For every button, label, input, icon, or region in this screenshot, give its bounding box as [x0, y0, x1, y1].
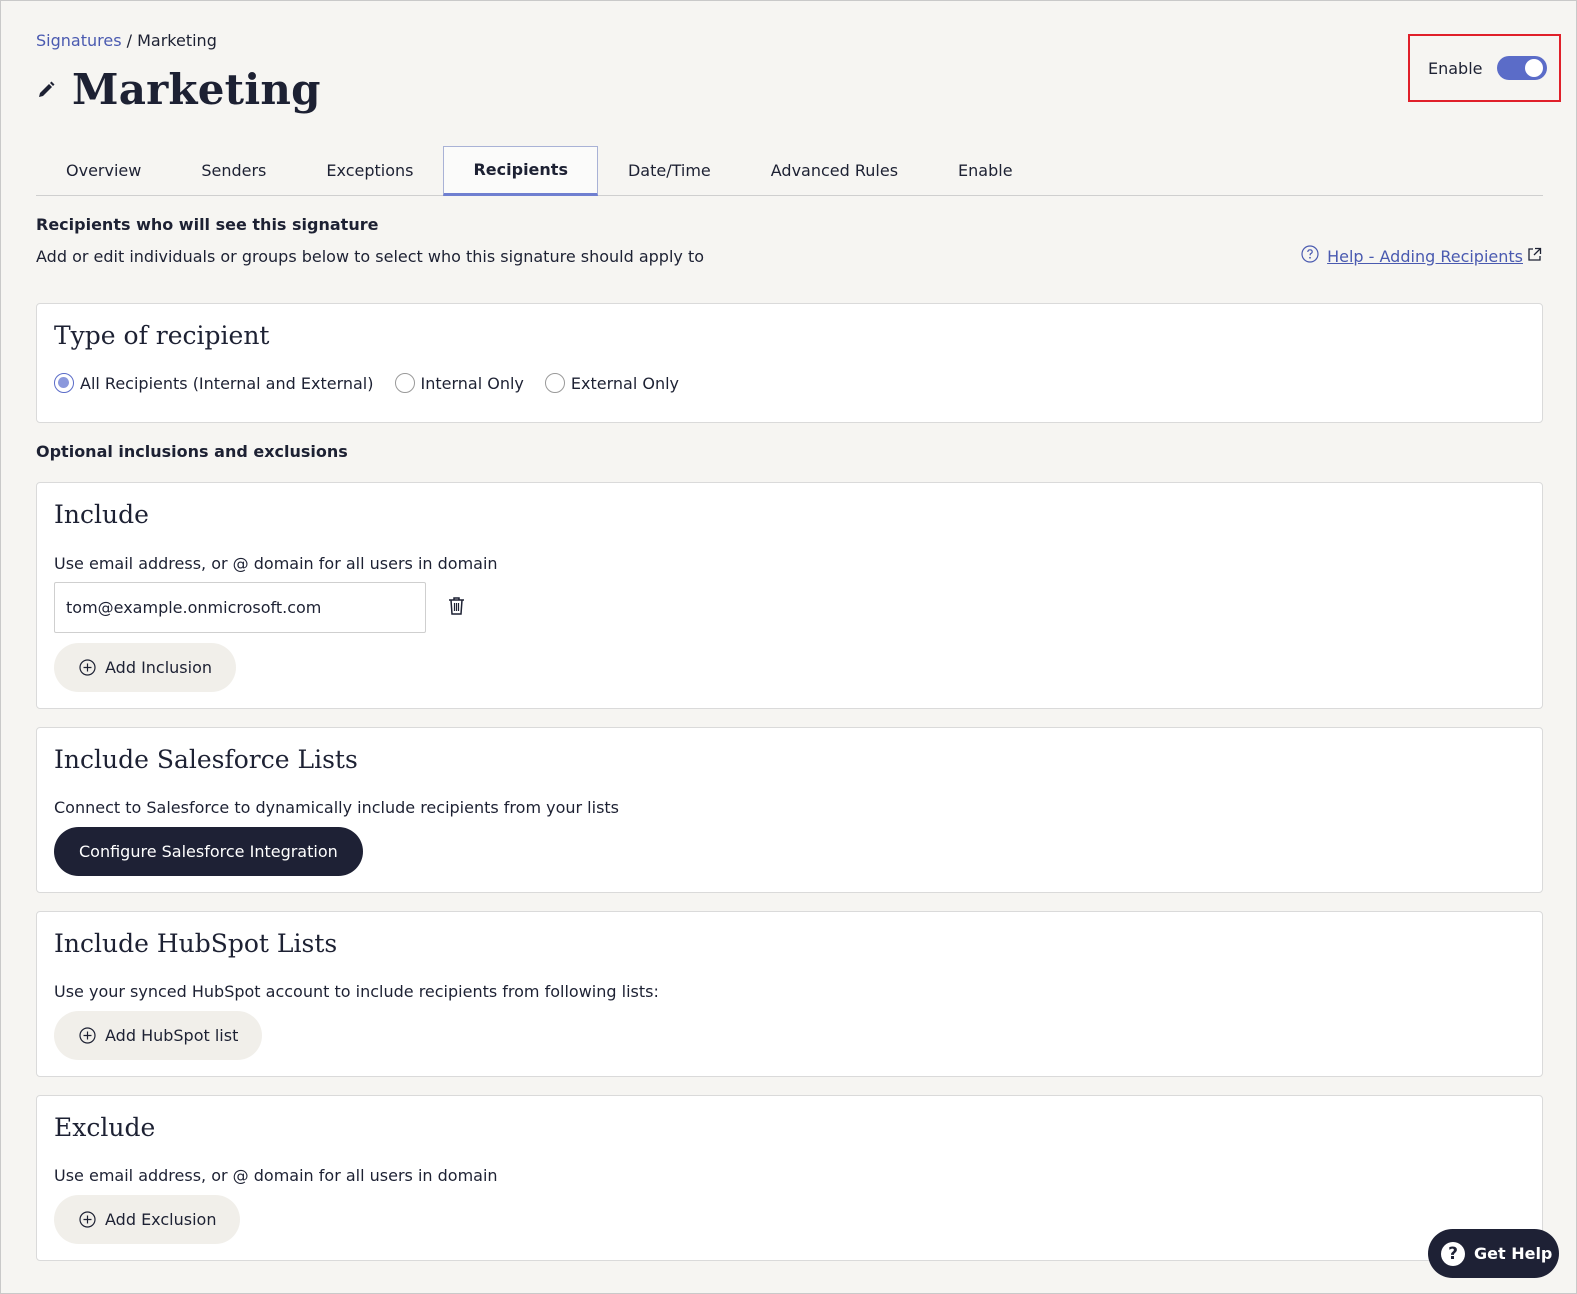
type-of-recipient-title: Type of recipient — [54, 321, 270, 350]
external-link-icon — [1527, 247, 1542, 266]
add-inclusion-label: Add Inclusion — [105, 658, 213, 677]
exclude-description: Use email address, or @ domain for all u… — [54, 1166, 498, 1185]
plus-circle-icon — [79, 1027, 96, 1044]
exclude-card: Exclude Use email address, or @ domain f… — [36, 1095, 1543, 1261]
hubspot-title: Include HubSpot Lists — [54, 929, 338, 958]
tab-advanced-rules[interactable]: Advanced Rules — [741, 146, 928, 196]
salesforce-card: Include Salesforce Lists Connect to Sale… — [36, 727, 1543, 893]
enable-toggle-container: Enable — [1408, 34, 1561, 102]
include-description: Use email address, or @ domain for all u… — [54, 554, 498, 573]
help-link-label: Help - Adding Recipients — [1327, 246, 1523, 266]
salesforce-title: Include Salesforce Lists — [54, 745, 358, 774]
radio-internal-only[interactable]: Internal Only — [394, 373, 524, 393]
tab-senders[interactable]: Senders — [171, 146, 296, 196]
type-of-recipient-card: Type of recipient All Recipients (Intern… — [36, 303, 1543, 423]
configure-salesforce-button[interactable]: Configure Salesforce Integration — [54, 827, 363, 876]
tab-bar: Overview Senders Exceptions Recipients D… — [36, 146, 1543, 196]
optional-heading: Optional inclusions and exclusions — [36, 442, 348, 461]
radio-circle-icon — [394, 373, 415, 393]
radio-external-only[interactable]: External Only — [544, 373, 680, 393]
exclude-title: Exclude — [54, 1113, 156, 1142]
recipient-type-radio-group: All Recipients (Internal and External) I… — [54, 373, 700, 393]
pencil-icon[interactable] — [36, 80, 56, 100]
hubspot-card: Include HubSpot Lists Use your synced Hu… — [36, 911, 1543, 1077]
add-hubspot-list-button[interactable]: Add HubSpot list — [54, 1011, 263, 1060]
tab-recipients[interactable]: Recipients — [443, 146, 598, 196]
breadcrumb-current: Marketing — [137, 31, 217, 50]
tab-exceptions[interactable]: Exceptions — [296, 146, 443, 196]
toggle-knob — [1524, 59, 1543, 77]
recipients-subtext: Add or edit individuals or groups below … — [36, 247, 705, 266]
get-help-label: Get Help — [1474, 1244, 1553, 1263]
hubspot-description: Use your synced HubSpot account to inclu… — [54, 982, 659, 1001]
page-title: Marketing — [72, 65, 321, 114]
include-card: Include Use email address, or @ domain f… — [36, 482, 1543, 709]
title-row: Marketing — [36, 65, 321, 114]
add-hubspot-list-label: Add HubSpot list — [105, 1026, 239, 1045]
help-adding-recipients-link[interactable]: Help - Adding Recipients — [1301, 245, 1542, 267]
salesforce-description: Connect to Salesforce to dynamically inc… — [54, 798, 620, 817]
question-circle-icon — [1301, 245, 1319, 267]
get-help-button[interactable]: ? Get Help — [1428, 1229, 1559, 1278]
include-title: Include — [54, 500, 149, 529]
include-email-input[interactable] — [54, 582, 426, 633]
recipients-heading: Recipients who will see this signature — [36, 215, 379, 234]
radio-label: All Recipients (Internal and External) — [80, 373, 374, 393]
radio-label: External Only — [570, 373, 680, 393]
question-mark-icon: ? — [1441, 1241, 1465, 1266]
tab-overview[interactable]: Overview — [36, 146, 171, 196]
breadcrumb-separator: / — [126, 31, 133, 50]
add-exclusion-label: Add Exclusion — [105, 1210, 217, 1229]
breadcrumb-signatures-link[interactable]: Signatures — [36, 31, 122, 50]
tab-date-time[interactable]: Date/Time — [598, 146, 741, 196]
radio-circle-icon — [544, 373, 565, 393]
trash-icon[interactable] — [448, 596, 465, 620]
radio-label: Internal Only — [420, 373, 524, 393]
add-exclusion-button[interactable]: Add Exclusion — [54, 1195, 241, 1244]
breadcrumb: Signatures / Marketing — [36, 31, 217, 50]
enable-label: Enable — [1428, 58, 1483, 78]
radio-all-recipients[interactable]: All Recipients (Internal and External) — [54, 373, 374, 393]
enable-toggle[interactable] — [1496, 56, 1547, 80]
tab-enable[interactable]: Enable — [928, 146, 1043, 196]
plus-circle-icon — [79, 1211, 96, 1228]
radio-circle-icon — [54, 373, 74, 393]
plus-circle-icon — [79, 659, 96, 676]
add-inclusion-button[interactable]: Add Inclusion — [54, 643, 237, 692]
